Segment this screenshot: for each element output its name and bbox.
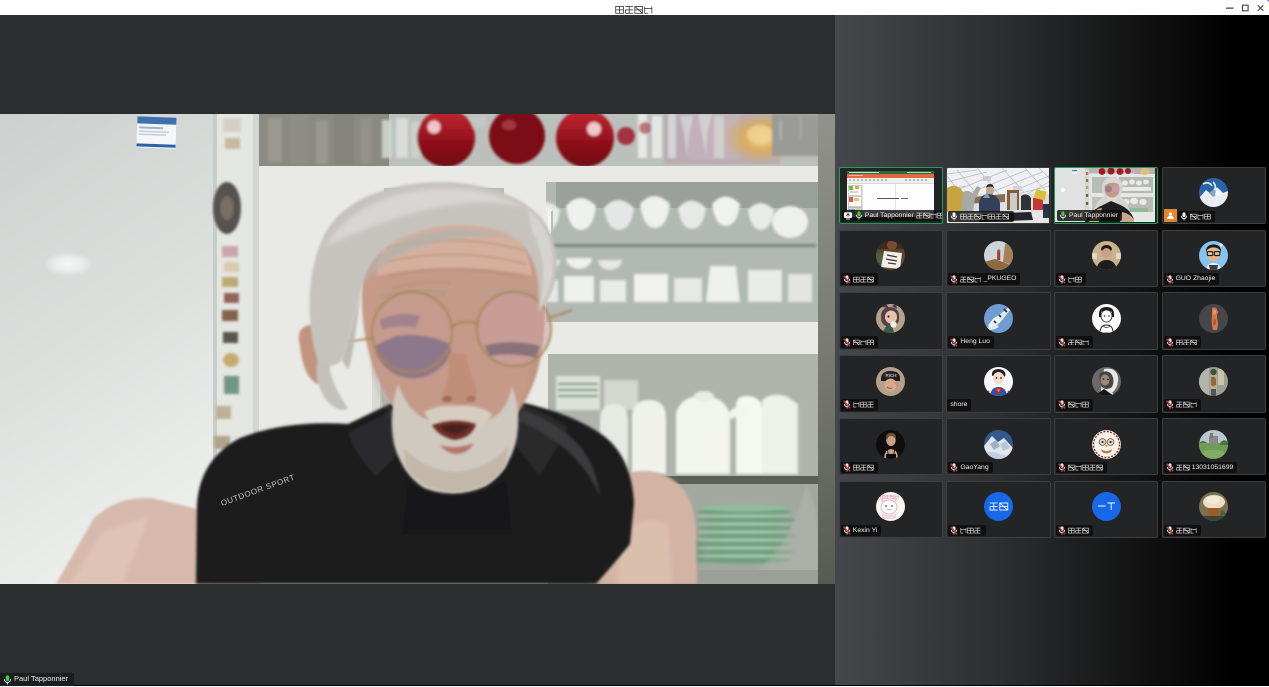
svg-text:RICH: RICH (886, 372, 897, 377)
